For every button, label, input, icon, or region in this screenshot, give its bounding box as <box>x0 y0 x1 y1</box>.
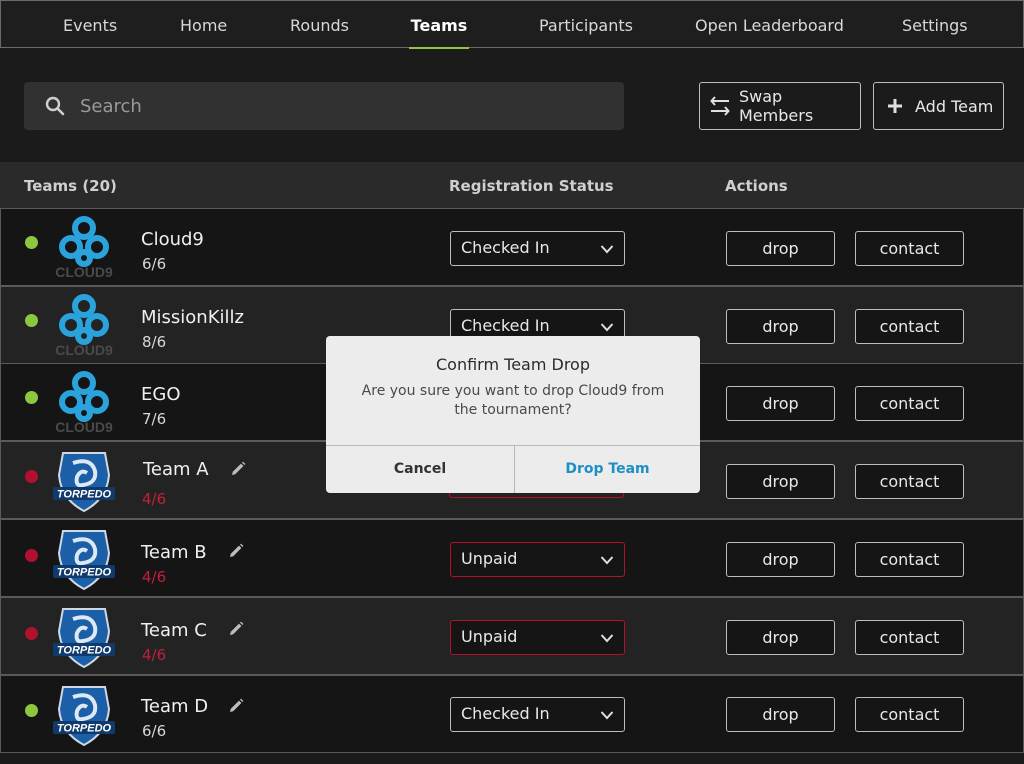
table-row: TORPEDO Team D 6/6 Checked In drop conta… <box>0 675 1024 753</box>
contact-button[interactable]: contact <box>855 620 964 655</box>
cloud9-logo: CLOUD9 <box>51 369 117 435</box>
svg-text:TORPEDO: TORPEDO <box>57 645 112 657</box>
add-team-label: Add Team <box>915 96 994 116</box>
torpedo-logo: TORPEDO <box>51 525 117 591</box>
drop-button[interactable]: drop <box>726 697 835 732</box>
confirm-drop-dialog: Confirm Team Drop Are you sure you want … <box>326 336 700 493</box>
chevron-down-icon <box>600 634 614 643</box>
member-count: 4/6 <box>142 568 167 586</box>
status-value: Unpaid <box>461 627 518 646</box>
contact-button[interactable]: contact <box>855 464 964 499</box>
status-value: Checked In <box>461 704 550 723</box>
tab-open-leaderboard[interactable]: Open Leaderboard <box>695 1 844 48</box>
member-count: 7/6 <box>142 410 167 428</box>
status-dot <box>25 314 38 327</box>
drop-button[interactable]: drop <box>726 464 835 499</box>
search-box <box>24 82 624 130</box>
contact-button[interactable]: contact <box>855 309 964 344</box>
member-count: 6/6 <box>142 255 167 273</box>
registration-status-select[interactable]: Checked In <box>450 697 625 732</box>
svg-text:TORPEDO: TORPEDO <box>57 723 112 735</box>
status-dot <box>25 470 38 483</box>
team-name[interactable]: Cloud9 <box>141 229 204 250</box>
team-name[interactable]: Team B <box>141 542 207 563</box>
svg-text:CLOUD9: CLOUD9 <box>55 264 113 280</box>
edit-pencil-icon[interactable] <box>228 621 244 637</box>
status-dot <box>25 236 38 249</box>
drop-button[interactable]: drop <box>726 309 835 344</box>
status-dot <box>25 627 38 640</box>
table-row: TORPEDO Team B 4/6 Unpaid drop contact <box>0 519 1024 597</box>
torpedo-logo: TORPEDO <box>51 447 117 513</box>
member-count: 4/6 <box>142 646 167 664</box>
dialog-title: Confirm Team Drop <box>435 355 590 374</box>
team-name[interactable]: EGO <box>141 384 181 405</box>
edit-pencil-icon[interactable] <box>228 543 244 559</box>
chevron-down-icon <box>600 245 614 254</box>
registration-status-select[interactable]: Checked In <box>450 231 625 266</box>
cloud9-logo: CLOUD9 <box>51 214 117 280</box>
contact-button[interactable]: contact <box>855 231 964 266</box>
tab-settings[interactable]: Settings <box>902 1 968 48</box>
top-nav: Events Home Rounds Teams Participants Op… <box>0 0 1024 49</box>
status-value: Checked In <box>461 238 550 257</box>
tab-participants[interactable]: Participants <box>539 1 633 48</box>
teams-column-header: Teams (20) <box>24 177 117 195</box>
team-name[interactable]: Team A <box>143 459 209 480</box>
svg-text:TORPEDO: TORPEDO <box>57 489 112 501</box>
status-column-header: Registration Status <box>449 177 614 195</box>
table-row: TORPEDO Team C 4/6 Unpaid drop contact <box>0 597 1024 675</box>
status-value: Unpaid <box>461 549 518 568</box>
edit-pencil-icon[interactable] <box>230 461 246 477</box>
chevron-down-icon <box>600 323 614 332</box>
status-dot <box>25 391 38 404</box>
svg-text:CLOUD9: CLOUD9 <box>55 419 113 435</box>
drop-button[interactable]: drop <box>726 542 835 577</box>
search-icon <box>45 96 65 116</box>
team-name[interactable]: Team C <box>141 620 207 641</box>
tab-teams[interactable]: Teams <box>409 1 469 49</box>
tab-home[interactable]: Home <box>180 1 227 48</box>
contact-button[interactable]: contact <box>855 386 964 421</box>
svg-text:CLOUD9: CLOUD9 <box>55 342 113 358</box>
status-dot <box>25 704 38 717</box>
drop-team-button[interactable]: Drop Team <box>515 446 700 493</box>
drop-button[interactable]: drop <box>726 231 835 266</box>
member-count: 6/6 <box>142 722 167 740</box>
swap-members-label: Swap Members <box>739 87 814 125</box>
swap-arrows-icon <box>710 95 730 117</box>
registration-status-select[interactable]: Unpaid <box>450 620 625 655</box>
dialog-message: Are you sure you want to drop Cloud9 fro… <box>361 383 665 418</box>
team-name[interactable]: MissionKillz <box>141 307 244 328</box>
registration-status-select[interactable]: Unpaid <box>450 542 625 577</box>
edit-pencil-icon[interactable] <box>228 698 244 714</box>
member-count: 8/6 <box>142 333 167 351</box>
torpedo-logo: TORPEDO <box>51 681 117 747</box>
table-header: Teams (20) Registration Status Actions <box>0 162 1024 208</box>
swap-members-button[interactable]: Swap Members <box>699 82 861 130</box>
drop-button[interactable]: drop <box>726 386 835 421</box>
cloud9-logo: CLOUD9 <box>51 292 117 358</box>
team-name[interactable]: Team D <box>141 696 208 717</box>
contact-button[interactable]: contact <box>855 542 964 577</box>
plus-icon <box>888 99 902 113</box>
search-input[interactable] <box>80 82 610 130</box>
tab-rounds[interactable]: Rounds <box>290 1 349 48</box>
contact-button[interactable]: contact <box>855 697 964 732</box>
tab-events[interactable]: Events <box>63 1 117 48</box>
member-count: 4/6 <box>142 490 167 508</box>
svg-text:TORPEDO: TORPEDO <box>57 567 112 579</box>
cancel-button[interactable]: Cancel <box>326 446 514 493</box>
torpedo-logo: TORPEDO <box>51 603 117 669</box>
add-team-button[interactable]: Add Team <box>873 82 1004 130</box>
drop-button[interactable]: drop <box>726 620 835 655</box>
status-dot <box>25 549 38 562</box>
actions-column-header: Actions <box>725 177 788 195</box>
table-row: CLOUD9 Cloud9 6/6 Checked In drop contac… <box>0 208 1024 286</box>
chevron-down-icon <box>600 556 614 565</box>
chevron-down-icon <box>600 711 614 720</box>
